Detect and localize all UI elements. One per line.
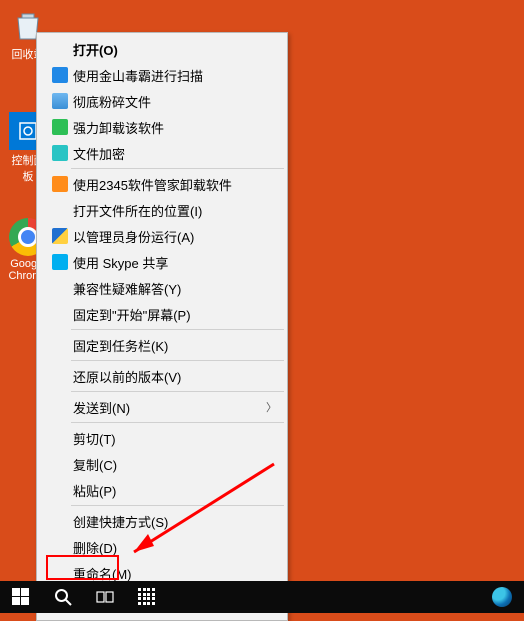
menu-item-shred[interactable]: 彻底粉碎文件	[39, 88, 285, 114]
taskbar-search-button[interactable]	[42, 581, 84, 613]
menu-item-create-shortcut[interactable]: 创建快捷方式(S)	[39, 508, 285, 534]
context-menu: 打开(O) 使用金山毒霸进行扫描 彻底粉碎文件 强力卸载该软件 文件加密 使用2…	[36, 32, 288, 621]
taskbar	[0, 581, 524, 613]
menu-item-uninstall-2345[interactable]: 使用2345软件管家卸载软件	[39, 171, 285, 197]
menu-item-encrypt[interactable]: 文件加密	[39, 140, 285, 166]
menu-item-run-as-admin[interactable]: 以管理员身份运行(A)	[39, 223, 285, 249]
menu-item-troubleshoot[interactable]: 兼容性疑难解答(Y)	[39, 275, 285, 301]
search-icon	[54, 588, 72, 606]
shredder-icon	[52, 93, 68, 109]
menu-item-force-uninstall[interactable]: 强力卸载该软件	[39, 114, 285, 140]
edge-icon	[492, 587, 512, 607]
taskbar-taskview-button[interactable]	[84, 581, 126, 613]
menu-item-open[interactable]: 打开(O)	[39, 36, 285, 62]
menu-item-pin-start[interactable]: 固定到"开始"屏幕(P)	[39, 301, 285, 327]
menu-separator	[71, 422, 284, 423]
menu-item-open-location[interactable]: 打开文件所在的位置(I)	[39, 197, 285, 223]
menu-item-skype-share[interactable]: 使用 Skype 共享	[39, 249, 285, 275]
taskview-icon	[96, 588, 114, 606]
menu-separator	[71, 329, 284, 330]
menu-item-send-to[interactable]: 发送到(N)〉	[39, 394, 285, 420]
start-button[interactable]	[0, 581, 42, 613]
menu-item-av-scan[interactable]: 使用金山毒霸进行扫描	[39, 62, 285, 88]
menu-separator	[71, 391, 284, 392]
menu-item-copy[interactable]: 复制(C)	[39, 451, 285, 477]
menu-separator	[71, 360, 284, 361]
app-2345-icon	[52, 176, 68, 192]
menu-separator	[71, 168, 284, 169]
menu-separator	[71, 505, 284, 506]
taskbar-edge-button[interactable]	[480, 581, 524, 613]
taskbar-allapps-button[interactable]	[126, 581, 168, 613]
menu-item-delete[interactable]: 删除(D)	[39, 534, 285, 560]
shield-icon	[52, 67, 68, 83]
menu-item-pin-taskbar[interactable]: 固定到任务栏(K)	[39, 332, 285, 358]
lock-icon	[52, 145, 68, 161]
menu-item-paste[interactable]: 粘贴(P)	[39, 477, 285, 503]
skype-icon	[52, 254, 68, 270]
menu-item-cut[interactable]: 剪切(T)	[39, 425, 285, 451]
chevron-right-icon: 〉	[266, 399, 277, 415]
apps-grid-icon	[138, 588, 156, 606]
uninstall-icon	[52, 119, 68, 135]
windows-logo-icon	[12, 588, 30, 606]
admin-shield-icon	[52, 228, 68, 244]
menu-item-restore-previous[interactable]: 还原以前的版本(V)	[39, 363, 285, 389]
